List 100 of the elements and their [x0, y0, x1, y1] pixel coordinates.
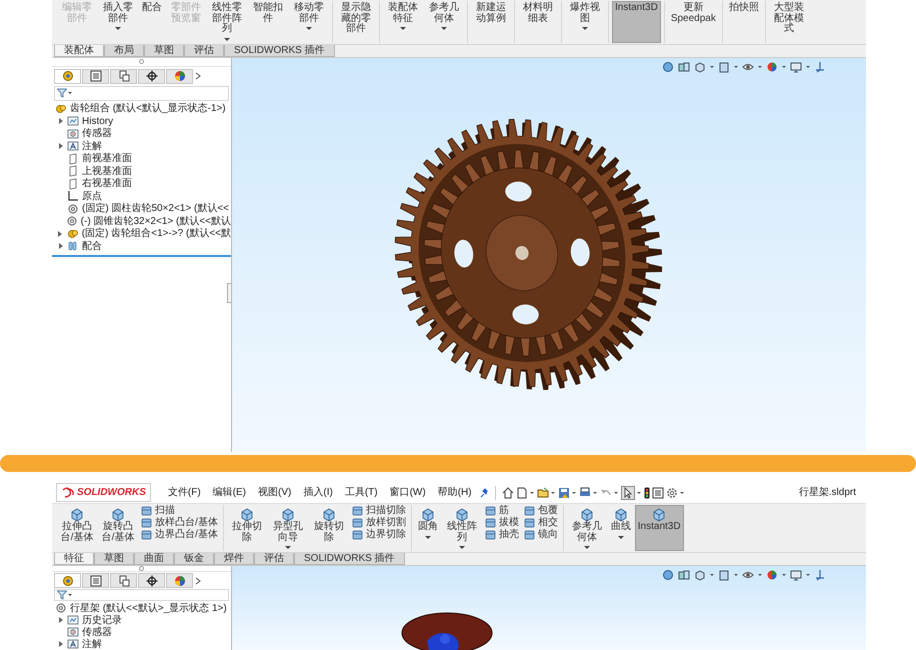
caret-icon[interactable]	[614, 490, 619, 494]
panel-tab[interactable]	[82, 573, 109, 588]
tree-item[interactable]: (固定) 圆柱齿轮50×2<1> (默认<<	[52, 202, 231, 215]
document-icon[interactable]	[516, 486, 528, 498]
toolbar-button[interactable]: 扫描	[139, 505, 220, 517]
toolbar-button[interactable]: 大型装配体模式	[768, 1, 809, 42]
home-icon[interactable]	[502, 486, 514, 498]
traffic-light-icon[interactable]	[644, 486, 650, 498]
caret-icon[interactable]	[572, 490, 577, 494]
expand-arrow-icon[interactable]	[58, 230, 62, 237]
tree-item[interactable]: 原点	[52, 190, 231, 202]
toolbar-button[interactable]: 线性阵列	[442, 505, 482, 551]
toolbar-button[interactable]: 爆炸视图	[565, 1, 605, 42]
toolbar-button[interactable]: 装配体特征	[383, 1, 423, 42]
toolbar-button[interactable]: 旋转切除	[308, 505, 349, 551]
cube-icon[interactable]	[678, 569, 690, 581]
filter-field[interactable]	[54, 589, 229, 601]
expand-arrow-icon[interactable]	[58, 641, 62, 647]
open-folder-icon[interactable]	[536, 486, 549, 498]
pin-icon[interactable]	[478, 488, 489, 498]
toolbar-button[interactable]: 筋	[482, 505, 521, 517]
toolbar-button[interactable]: 参考几何体	[566, 505, 607, 551]
caret-icon[interactable]	[710, 573, 714, 577]
toolbar-button[interactable]: 圆角	[414, 505, 441, 551]
toolbar-button[interactable]: 插入零部件	[98, 1, 138, 42]
print-icon[interactable]	[578, 486, 591, 498]
color-sphere-icon[interactable]	[766, 569, 778, 581]
toolbar-button[interactable]: Instant3D	[612, 1, 661, 42]
settings-icon[interactable]	[666, 486, 678, 498]
tab[interactable]: 焊件	[214, 553, 254, 565]
panel-handle[interactable]	[227, 282, 231, 302]
list-icon[interactable]	[652, 486, 664, 498]
toolbar-button[interactable]: 边界凸台/基体	[139, 529, 220, 541]
caret-icon[interactable]	[550, 490, 556, 494]
cube-icon[interactable]	[678, 60, 690, 72]
toolbar-button[interactable]: 材料明细表	[518, 1, 558, 42]
tree-item[interactable]: 注解	[52, 140, 231, 152]
toolbar-button[interactable]: 拉伸凸台/基体	[57, 505, 97, 551]
tab[interactable]: 草图	[144, 44, 184, 56]
toolbar-button[interactable]: 旋转凸台/基体	[98, 505, 138, 551]
tab[interactable]: SOLIDWORKS 插件	[224, 44, 335, 56]
panel-tab[interactable]	[110, 68, 137, 84]
toolbar-button[interactable]: 显示隐藏的零部件	[336, 1, 376, 42]
toolbar-button[interactable]: 异型孔向导	[268, 505, 308, 551]
tree-item[interactable]: 右视基准面	[52, 178, 231, 190]
toolbar-button[interactable]: 放样凸台/基体	[139, 517, 220, 529]
panel-tab[interactable]	[138, 68, 165, 84]
toolbar-button[interactable]: 相交	[522, 517, 560, 529]
tab[interactable]: 曲面	[134, 553, 174, 565]
sphere-icon[interactable]	[662, 569, 674, 581]
toolbar-button[interactable]: 放样切割	[350, 517, 408, 529]
tree-item[interactable]: 配合	[52, 240, 231, 252]
caret-icon[interactable]	[782, 573, 786, 577]
toolbar-button[interactable]: 新建运动算例	[471, 1, 511, 42]
toolbar-button[interactable]: 线性零部件阵列	[207, 1, 247, 42]
caret-icon[interactable]	[758, 64, 762, 68]
tree-item[interactable]: 传感器	[52, 128, 231, 140]
toolbar-button[interactable]: 曲线	[608, 505, 634, 551]
toolbar-button[interactable]: 拍快照	[726, 1, 762, 42]
cursor-button-icon[interactable]	[620, 486, 635, 500]
tree-item[interactable]: (固定) 齿轮组合<1>->? (默认<<默	[52, 228, 231, 240]
menu-item[interactable]: 工具(T)	[340, 485, 383, 500]
tree-item[interactable]: 注解	[52, 638, 231, 650]
caret-icon[interactable]	[734, 573, 738, 577]
toolbar-button[interactable]: 扫描切除	[350, 505, 408, 517]
cube-icon[interactable]	[694, 60, 706, 72]
toolbar-button[interactable]: 智能扣件	[248, 1, 288, 42]
cube-icon[interactable]	[718, 569, 730, 581]
toolbar-button[interactable]: 移动零部件	[289, 1, 329, 42]
toolbar-button[interactable]: 参考几何体	[424, 1, 464, 42]
monitor-icon[interactable]	[790, 60, 802, 72]
caret-icon[interactable]	[734, 64, 738, 68]
toolbar-button[interactable]: 抽壳	[482, 529, 521, 541]
tab[interactable]: 草图	[94, 553, 134, 565]
tree-item[interactable]: 历史记录	[52, 614, 231, 626]
toolbar-button[interactable]: 镜向	[522, 529, 560, 541]
tree-item[interactable]: 行星架 (默认<<默认>_显示状态 1>)	[52, 602, 231, 614]
menu-item[interactable]: 编辑(E)	[208, 485, 252, 500]
axis-icon[interactable]	[814, 569, 826, 581]
tab[interactable]: 装配体	[54, 44, 104, 56]
toolbar-button[interactable]: 更新Speedpak	[668, 1, 719, 42]
menu-item[interactable]: 文件(F)	[162, 485, 206, 500]
menu-item[interactable]: 插入(I)	[298, 485, 338, 500]
tab[interactable]: 特征	[54, 553, 94, 565]
menu-item[interactable]: 视图(V)	[253, 485, 296, 500]
axis-icon[interactable]	[814, 60, 826, 72]
caret-icon[interactable]	[680, 490, 685, 494]
caret-icon[interactable]	[806, 64, 810, 68]
toolbar-button[interactable]: 边界切除	[350, 529, 408, 541]
chevron-right-icon[interactable]	[194, 576, 202, 584]
panel-tab[interactable]	[138, 573, 165, 588]
tab[interactable]: SOLIDWORKS 插件	[294, 553, 405, 565]
cube-icon[interactable]	[694, 569, 706, 581]
menu-item[interactable]: 窗口(W)	[384, 485, 431, 500]
filter-field[interactable]	[54, 86, 229, 100]
monitor-icon[interactable]	[790, 569, 802, 581]
tab[interactable]: 钣金	[174, 553, 214, 565]
caret-icon[interactable]	[782, 64, 786, 68]
eye-icon[interactable]	[742, 569, 754, 581]
toolbar-button[interactable]: 包覆	[522, 505, 560, 517]
